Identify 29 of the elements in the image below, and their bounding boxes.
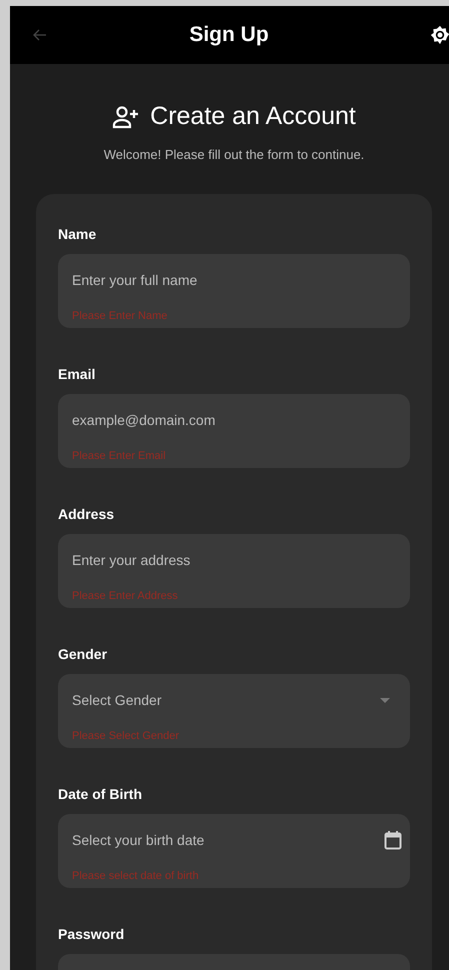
error-text: Please select date of birth (72, 870, 200, 882)
input-field[interactable]: Enter your address Please Enter Address (58, 534, 410, 608)
back-arrow-icon (32, 27, 48, 43)
gender-dropdown[interactable]: Select Gender Please Select Gender (58, 674, 410, 748)
field-label: Password (58, 926, 126, 942)
field-label: Email (58, 366, 96, 382)
error-text: Please Select Gender (72, 730, 180, 742)
input-field[interactable]: Enter your full name Please Enter Name (58, 254, 410, 328)
add-person-icon (112, 104, 140, 128)
error-text: Please Enter Email (72, 450, 167, 462)
placeholder-text: Enter your full name (72, 272, 198, 288)
settings-icon[interactable] (430, 25, 449, 45)
app-bar-title: Sign Up (189, 23, 269, 47)
input-field[interactable]: example@domain.com Please Enter Email (58, 394, 410, 468)
placeholder-text: example@domain.com (72, 412, 216, 428)
field-label: Date of Birth (58, 786, 143, 802)
calendar-icon[interactable] (384, 830, 402, 850)
date-field[interactable]: Select your birth date Please select date of birth (58, 814, 410, 888)
placeholder-text: Select your birth date (72, 832, 204, 848)
error-text: Please Enter Name (72, 310, 168, 322)
welcome-text: Welcome! Please fill out the form to continue. (102, 147, 366, 162)
error-text: Please Enter Address (72, 590, 179, 602)
placeholder-text: Enter your address (72, 552, 190, 568)
field-label: Address (58, 506, 116, 522)
field-label: Name (58, 226, 98, 242)
placeholder-text: Select Gender (72, 692, 162, 708)
page-heading: Create an Account (150, 102, 356, 131)
caret-icon (380, 698, 390, 702)
field-label: Gender (58, 646, 108, 662)
